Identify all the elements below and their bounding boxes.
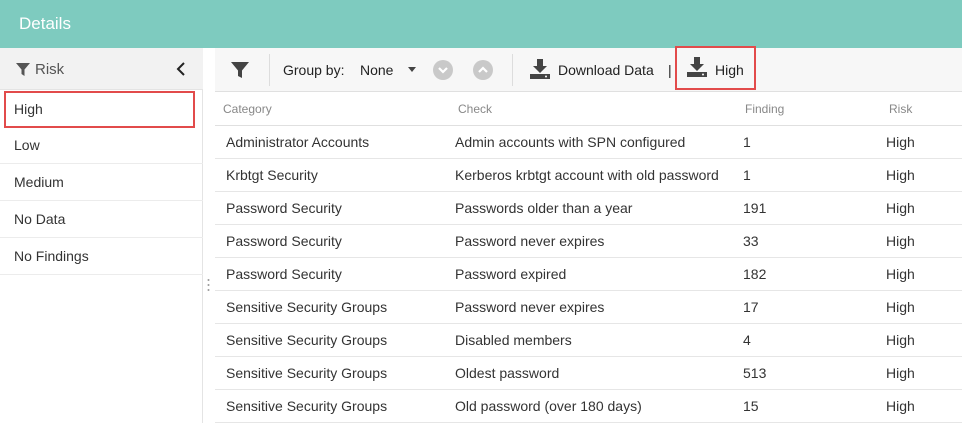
column-header-check[interactable]: Check — [458, 102, 492, 116]
toolbar: Group by: None Download Data | High — [215, 46, 962, 92]
download-icon — [687, 57, 707, 77]
risk-item-high[interactable]: High — [4, 91, 195, 128]
filter-icon — [16, 63, 30, 76]
table-row[interactable]: Krbtgt Security Kerberos krbtgt account w… — [215, 159, 962, 192]
cell-risk: High — [886, 167, 915, 183]
page-title: Details — [19, 14, 71, 33]
table-row[interactable]: Administrator Accounts Admin accounts wit… — [215, 126, 962, 159]
move-down-button[interactable] — [433, 60, 453, 80]
column-header-finding[interactable]: Finding — [745, 102, 784, 116]
cell-risk: High — [886, 332, 915, 348]
cell-check: Password expired — [455, 266, 567, 282]
move-up-button[interactable] — [473, 60, 493, 80]
cell-check: Password never expires — [455, 299, 605, 315]
cell-category: Password Security — [226, 200, 342, 216]
cell-finding: 1 — [743, 167, 751, 183]
risk-panel-title: Risk — [35, 61, 65, 78]
panel-splitter[interactable] — [207, 278, 210, 294]
chevron-down-circle-icon — [438, 67, 448, 74]
cell-check: Kerberos krbtgt account with old passwor… — [455, 167, 719, 183]
cell-check: Oldest password — [455, 365, 560, 381]
cell-finding: 191 — [743, 200, 767, 216]
table-row[interactable]: Sensitive Security Groups Password never … — [215, 291, 962, 324]
cell-category: Password Security — [226, 233, 342, 249]
table-row[interactable]: Sensitive Security Groups Disabled member… — [215, 324, 962, 357]
group-by-label: Group by: — [283, 62, 345, 78]
details-header: Details — [0, 0, 962, 48]
filter-toggle-icon[interactable] — [229, 59, 251, 81]
column-header-risk[interactable]: Risk — [889, 102, 912, 116]
cell-risk: High — [886, 200, 915, 216]
cell-category: Krbtgt Security — [226, 167, 318, 183]
cell-category: Sensitive Security Groups — [226, 365, 388, 381]
toolbar-divider — [512, 54, 513, 86]
risk-panel: Risk High Low Medium No Data No Findings — [0, 48, 203, 423]
download-high-button[interactable]: High — [675, 46, 756, 90]
cell-category: Sensitive Security Groups — [226, 332, 388, 348]
cell-category: Sensitive Security Groups — [226, 299, 388, 315]
cell-risk: High — [886, 134, 915, 150]
cell-check: Passwords older than a year — [455, 200, 633, 216]
table-row[interactable]: Password Security Password never expires 3… — [215, 225, 962, 258]
download-icon — [530, 59, 550, 79]
cell-finding: 15 — [743, 398, 759, 414]
cell-category: Password Security — [226, 266, 342, 282]
cell-check: Admin accounts with SPN configured — [455, 134, 686, 150]
column-header-category[interactable]: Category — [223, 102, 272, 116]
table-row[interactable]: Password Security Passwords older than a … — [215, 192, 962, 225]
cell-risk: High — [886, 233, 915, 249]
toolbar-divider — [269, 54, 270, 86]
toolbar-pipe: | — [668, 62, 672, 78]
chevron-left-icon[interactable] — [172, 59, 190, 79]
cell-finding: 33 — [743, 233, 759, 249]
cell-risk: High — [886, 398, 915, 414]
cell-check: Disabled members — [455, 332, 572, 348]
cell-risk: High — [886, 266, 915, 282]
cell-risk: High — [886, 365, 915, 381]
risk-item-medium[interactable]: Medium — [0, 164, 203, 201]
cell-category: Administrator Accounts — [226, 134, 370, 150]
cell-finding: 1 — [743, 134, 751, 150]
risk-panel-header: Risk — [0, 48, 203, 90]
cell-check: Password never expires — [455, 233, 605, 249]
chevron-down-icon[interactable] — [408, 67, 416, 72]
cell-check: Old password (over 180 days) — [455, 398, 642, 414]
download-data-button[interactable]: Download Data — [527, 48, 657, 92]
cell-finding: 513 — [743, 365, 767, 381]
cell-finding: 4 — [743, 332, 751, 348]
cell-risk: High — [886, 299, 915, 315]
chevron-up-circle-icon — [478, 66, 488, 73]
table-row[interactable]: Sensitive Security Groups Oldest password… — [215, 357, 962, 390]
risk-item-low[interactable]: Low — [0, 127, 203, 164]
cell-category: Sensitive Security Groups — [226, 398, 388, 414]
download-high-label: High — [715, 62, 744, 78]
cell-finding: 182 — [743, 266, 767, 282]
group-by-select[interactable]: None — [360, 62, 393, 78]
cell-finding: 17 — [743, 299, 759, 315]
risk-item-no-findings[interactable]: No Findings — [0, 238, 203, 275]
table-row[interactable]: Sensitive Security Groups Old password (o… — [215, 390, 962, 423]
download-data-label: Download Data — [558, 62, 654, 78]
table-header: Category Check Finding Risk — [215, 92, 962, 126]
risk-item-no-data[interactable]: No Data — [0, 201, 203, 238]
table-row[interactable]: Password Security Password expired 182 High — [215, 258, 962, 291]
